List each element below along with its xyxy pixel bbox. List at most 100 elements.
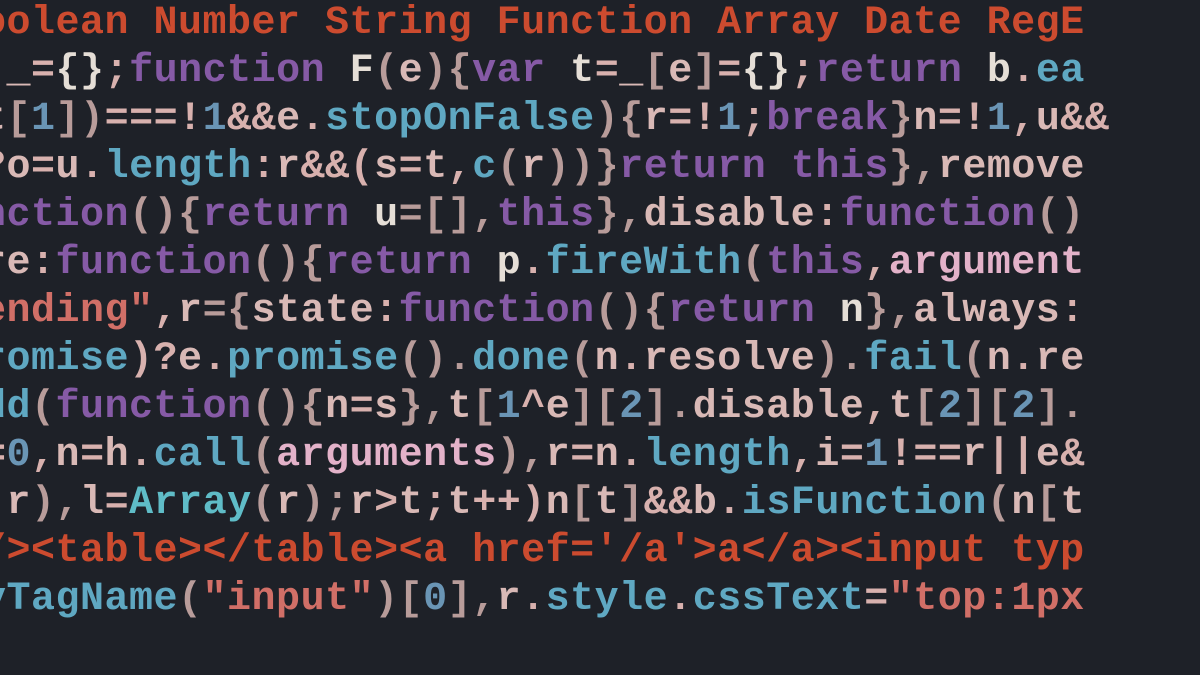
code-token: ( <box>374 49 399 94</box>
code-token: : <box>31 241 56 286</box>
code-token: . <box>301 97 326 142</box>
code-token: ] <box>619 481 644 526</box>
code-token: = <box>399 145 424 190</box>
code-token: ; <box>791 49 816 94</box>
code-line: ending",r={state:function(){return n},al… <box>0 288 1200 336</box>
code-token: n <box>1011 481 1036 526</box>
code-token: )[ <box>374 577 423 622</box>
code-token: : <box>1060 289 1085 334</box>
code-token: ][ <box>962 385 1011 430</box>
code-token: ]. <box>1036 385 1085 430</box>
code-token: n <box>546 481 571 526</box>
code-token: : <box>374 289 399 334</box>
code-token: _ <box>619 49 644 94</box>
code-token: var <box>472 49 546 94</box>
code-token: r <box>546 433 571 478</box>
code-line: romise)?e.promise().done(n.resolve).fail… <box>0 336 1200 384</box>
code-token: = <box>31 49 56 94</box>
code-token: e <box>276 97 301 142</box>
code-token: ={ <box>203 289 252 334</box>
code-token: . <box>1011 49 1036 94</box>
code-token: i <box>815 433 840 478</box>
code-token: b <box>962 49 1011 94</box>
code-token: return <box>815 49 962 94</box>
code-token: = <box>717 49 742 94</box>
code-token: done <box>472 337 570 382</box>
code-token: ( <box>252 481 277 526</box>
code-token: r <box>7 481 32 526</box>
code-token: ( <box>742 241 767 286</box>
code-token: && <box>227 97 276 142</box>
code-token: remove <box>938 145 1085 190</box>
code-line: nction(){return u=[],this},disable:funct… <box>0 192 1200 240</box>
code-token: length <box>105 145 252 190</box>
code-line: (r),l=Array(r);r>t;t++)n[t]&&b.isFunctio… <box>0 480 1200 528</box>
code-token: arguments <box>276 433 497 478</box>
code-token: [ <box>7 97 32 142</box>
code-token: r <box>276 145 301 190</box>
code-token: r <box>350 481 375 526</box>
code-token: = <box>595 49 620 94</box>
code-token: }, <box>864 289 913 334</box>
code-token: . <box>80 145 105 190</box>
code-token: return <box>203 193 350 238</box>
code-token: . <box>717 481 742 526</box>
code-token: r <box>962 433 987 478</box>
code-token: isFunction <box>742 481 987 526</box>
code-token: & <box>1060 433 1085 478</box>
code-token: fail <box>864 337 962 382</box>
code-token: e <box>546 385 571 430</box>
code-token: , <box>791 433 816 478</box>
code-token: [ <box>570 481 595 526</box>
code-token: n <box>325 385 350 430</box>
code-token: (){ <box>252 385 326 430</box>
code-token: return <box>619 145 766 190</box>
code-token: re <box>1036 337 1085 382</box>
code-line: oolean Number String Function Array Date… <box>0 0 1200 48</box>
code-token: (){ <box>129 193 203 238</box>
code-token: ; <box>105 49 130 94</box>
code-token: ( <box>987 481 1012 526</box>
code-token: ending" <box>0 289 154 334</box>
code-token: 2 <box>1011 385 1036 430</box>
code-token: 1 <box>717 97 742 142</box>
code-token: {} <box>742 49 791 94</box>
code-token: this <box>766 241 864 286</box>
code-line: ?o=u.length:r&&(s=t,c(r))}return this},r… <box>0 144 1200 192</box>
code-token: length <box>644 433 791 478</box>
code-token: = <box>864 577 889 622</box>
code-token: return <box>325 241 472 286</box>
code-token: : <box>252 145 277 190</box>
code-token: nction <box>0 193 129 238</box>
code-token: 2 <box>619 385 644 430</box>
code-token: re <box>0 241 31 286</box>
code-token: h <box>105 433 130 478</box>
code-token: 1 <box>987 97 1012 142</box>
code-token: ){ <box>423 49 472 94</box>
code-line: _={};function F(e){var t=_[e]={};return … <box>0 48 1200 96</box>
code-token: ( <box>497 145 522 190</box>
code-token: l <box>80 481 105 526</box>
code-token: t <box>546 49 595 94</box>
code-token: r <box>497 577 522 622</box>
code-token: . <box>619 337 644 382</box>
code-token: = <box>80 433 105 478</box>
code-token: t <box>595 481 620 526</box>
code-token: =[], <box>399 193 497 238</box>
code-token: dd <box>0 385 31 430</box>
code-editor-view: oolean Number String Function Array Date… <box>0 0 1200 675</box>
code-token: ] <box>693 49 718 94</box>
code-token: || <box>987 433 1036 478</box>
code-token: argument <box>889 241 1085 286</box>
code-token: = <box>31 145 56 190</box>
code-token: style <box>546 577 669 622</box>
code-token: state <box>252 289 375 334</box>
code-token: }, <box>595 193 644 238</box>
code-token: ea <box>1036 49 1085 94</box>
code-token: oolean Number String Function Array Date… <box>0 1 1085 46</box>
code-token: && <box>1060 97 1109 142</box>
code-token: [ <box>913 385 938 430</box>
code-token: "top:1px <box>889 577 1085 622</box>
code-token: r <box>521 145 546 190</box>
code-token: . <box>203 337 228 382</box>
